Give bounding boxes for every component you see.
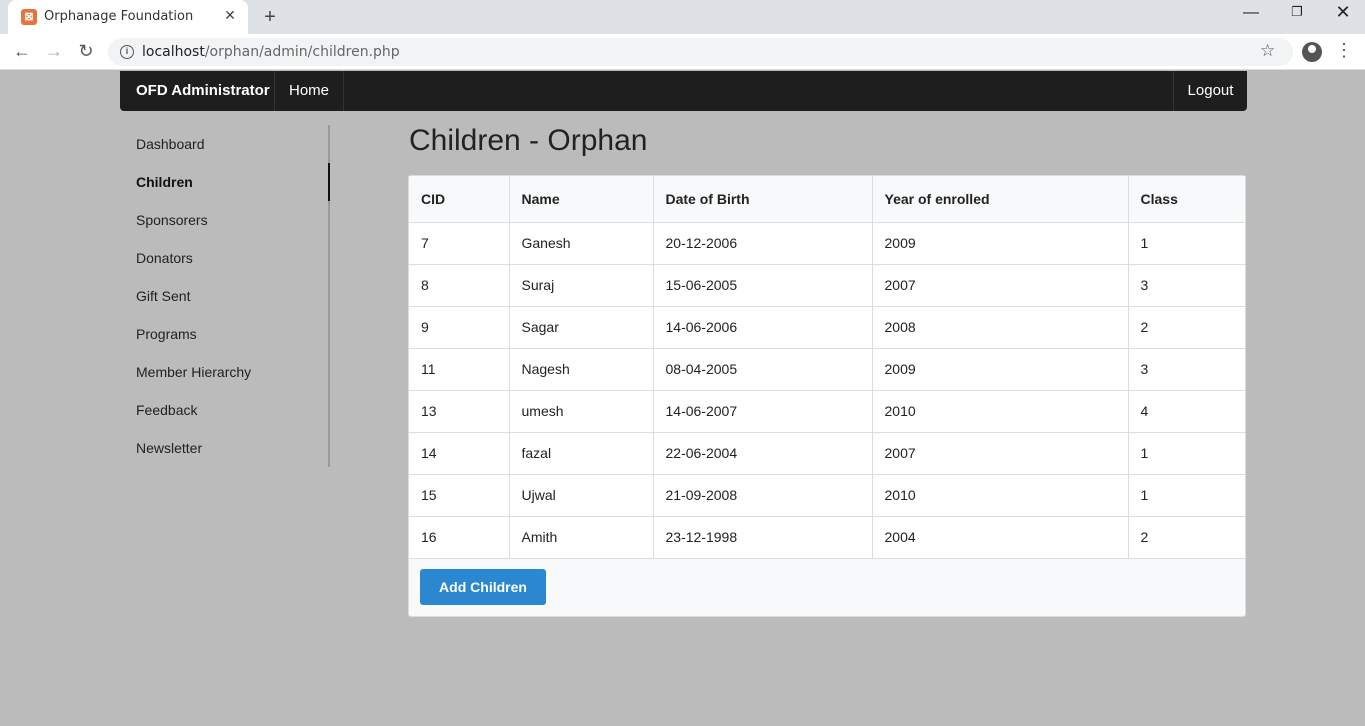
cell-cid: 13 [409, 390, 510, 433]
sidebar-item-newsletter[interactable]: Newsletter [136, 429, 328, 467]
table-row: 14 fazal 22-06-2004 2007 1 [409, 432, 1245, 475]
info-icon[interactable]: i [120, 45, 134, 59]
sidebar-item-feedback[interactable]: Feedback [136, 391, 328, 429]
table-header-row: CID Name Date of Birth Year of enrolled … [409, 176, 1245, 223]
cell-dob: 22-06-2004 [653, 432, 873, 475]
address-bar[interactable]: i localhost/orphan/admin/children.php ☆ [108, 38, 1293, 66]
cell-cid: 8 [409, 264, 510, 307]
cell-name: fazal [509, 432, 654, 475]
cell-year: 2009 [872, 222, 1129, 265]
sidebar-item-donators[interactable]: Donators [136, 239, 328, 277]
cell-name: umesh [509, 390, 654, 433]
window-close-icon[interactable]: ✕ [1334, 2, 1352, 24]
sidebar-item-children[interactable]: Children [136, 163, 328, 201]
table-row: 15 Ujwal 21-09-2008 2010 1 [409, 474, 1245, 517]
bookmark-star-icon[interactable]: ☆ [1260, 41, 1275, 61]
cell-name: Suraj [509, 264, 654, 307]
cell-dob: 23-12-1998 [653, 516, 873, 559]
sidebar-item-gift-sent[interactable]: Gift Sent [136, 277, 328, 315]
cell-name: Ganesh [509, 222, 654, 265]
cell-year: 2009 [872, 348, 1129, 391]
cell-dob: 08-04-2005 [653, 348, 873, 391]
cell-cid: 9 [409, 306, 510, 349]
cell-cid: 14 [409, 432, 510, 475]
table-row: 8 Suraj 15-06-2005 2007 3 [409, 264, 1245, 307]
tab-title: Orphanage Foundation [44, 9, 194, 24]
column-header-class: Class [1128, 176, 1245, 223]
cell-class: 1 [1128, 474, 1245, 517]
sidebar-item-dashboard[interactable]: Dashboard [136, 125, 328, 163]
cell-name: Amith [509, 516, 654, 559]
cell-class: 4 [1128, 390, 1245, 433]
cell-cid: 15 [409, 474, 510, 517]
cell-class: 2 [1128, 306, 1245, 349]
app-navbar: OFD Administrator Home Logout [120, 71, 1247, 111]
cell-class: 3 [1128, 348, 1245, 391]
cell-dob: 21-09-2008 [653, 474, 873, 517]
cell-year: 2004 [872, 516, 1129, 559]
active-indicator [328, 163, 330, 201]
browser-tabstrip: ⊠ Orphanage Foundation ✕ + — ❐ ✕ [0, 0, 1365, 34]
cell-dob: 15-06-2005 [653, 264, 873, 307]
browser-toolbar: ← → ↻ i localhost/orphan/admin/children.… [0, 34, 1365, 70]
tab-close-icon[interactable]: ✕ [222, 7, 238, 23]
cell-class: 2 [1128, 516, 1245, 559]
logout-link[interactable]: Logout [1173, 71, 1247, 111]
url-text[interactable]: localhost/orphan/admin/children.php [142, 44, 400, 60]
restore-icon[interactable]: ❐ [1288, 4, 1306, 24]
cell-class: 3 [1128, 264, 1245, 307]
add-children-button[interactable]: Add Children [420, 569, 546, 605]
back-arrow-icon[interactable]: ← [11, 40, 33, 62]
forward-arrow-icon[interactable]: → [43, 40, 65, 62]
sidebar-item-member-hierarchy[interactable]: Member Hierarchy [136, 353, 328, 391]
table-row: 16 Amith 23-12-1998 2004 2 [409, 516, 1245, 559]
url-path: /orphan/admin/children.php [204, 44, 400, 60]
cell-year: 2007 [872, 432, 1129, 475]
page-title: Children - Orphan [409, 124, 648, 157]
cell-cid: 16 [409, 516, 510, 559]
favicon-icon: ⊠ [21, 9, 37, 25]
sidebar: Dashboard Children Sponsorers Donators G… [120, 125, 330, 467]
cell-year: 2010 [872, 474, 1129, 517]
cell-class: 1 [1128, 432, 1245, 475]
sidebar-item-programs[interactable]: Programs [136, 315, 328, 353]
url-host: localhost [142, 44, 205, 60]
cell-dob: 20-12-2006 [653, 222, 873, 265]
kebab-menu-icon[interactable]: ⋮ [1335, 40, 1353, 61]
table-row: 11 Nagesh 08-04-2005 2009 3 [409, 348, 1245, 391]
cell-name: Nagesh [509, 348, 654, 391]
children-card: CID Name Date of Birth Year of enrolled … [408, 175, 1246, 617]
children-table: CID Name Date of Birth Year of enrolled … [409, 176, 1245, 559]
cell-name: Sagar [509, 306, 654, 349]
brand-link[interactable]: OFD Administrator [120, 71, 275, 111]
column-header-name: Name [509, 176, 654, 223]
table-row: 7 Ganesh 20-12-2006 2009 1 [409, 222, 1245, 265]
cell-year: 2010 [872, 390, 1129, 433]
cell-year: 2007 [872, 264, 1129, 307]
cell-year: 2008 [872, 306, 1129, 349]
browser-tab[interactable]: ⊠ Orphanage Foundation ✕ [8, 0, 248, 34]
reload-icon[interactable]: ↻ [75, 40, 97, 62]
table-row: 9 Sagar 14-06-2006 2008 2 [409, 306, 1245, 349]
new-tab-icon[interactable]: + [260, 5, 280, 29]
cell-name: Ujwal [509, 474, 654, 517]
nav-home-link[interactable]: Home [275, 71, 344, 111]
minimize-icon[interactable]: — [1242, 4, 1260, 24]
cell-dob: 14-06-2007 [653, 390, 873, 433]
column-header-dob: Date of Birth [653, 176, 873, 223]
cell-cid: 7 [409, 222, 510, 265]
column-header-cid: CID [409, 176, 510, 223]
sidebar-item-sponsorers[interactable]: Sponsorers [136, 201, 328, 239]
cell-cid: 11 [409, 348, 510, 391]
column-header-year-enrolled: Year of enrolled [872, 176, 1129, 223]
cell-class: 1 [1128, 222, 1245, 265]
profile-icon[interactable] [1302, 42, 1322, 62]
table-row: 13 umesh 14-06-2007 2010 4 [409, 390, 1245, 433]
cell-dob: 14-06-2006 [653, 306, 873, 349]
